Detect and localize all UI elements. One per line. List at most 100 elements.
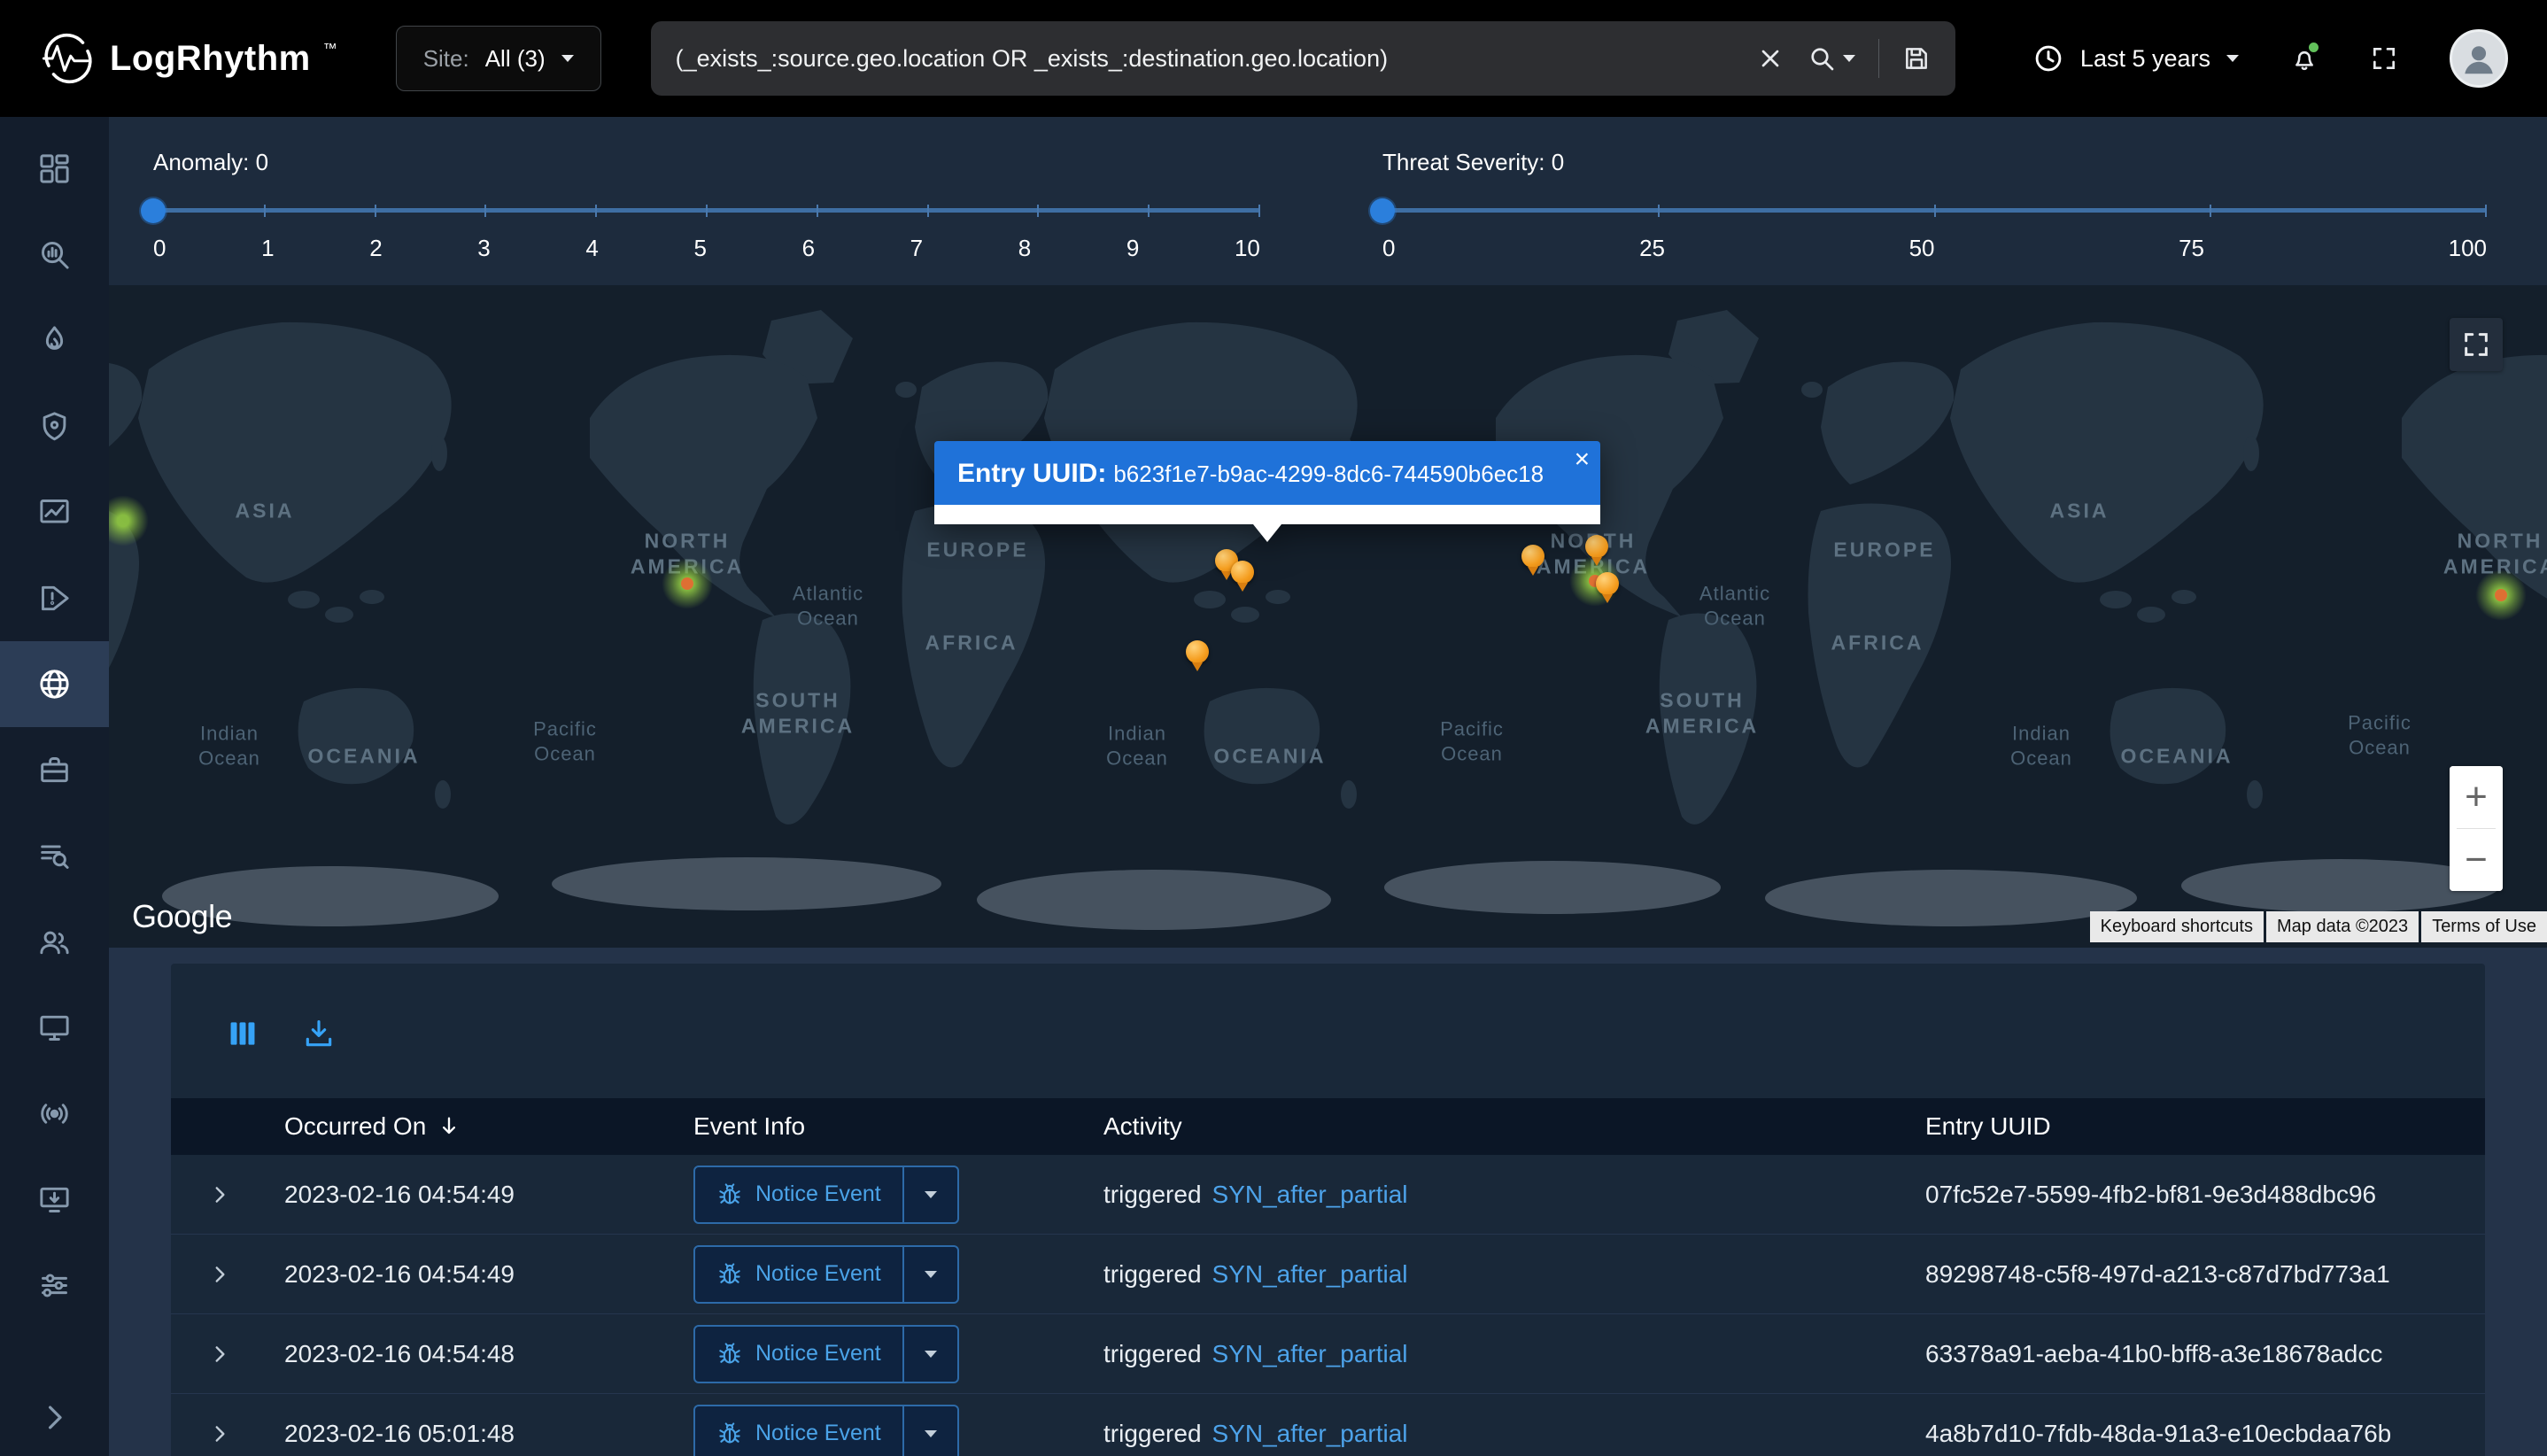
threat-severity-slider-handle[interactable]	[1370, 198, 1395, 223]
sidebar-item-users[interactable]	[0, 899, 109, 985]
sidebar-spacer	[0, 1328, 109, 1378]
map-attribution: Keyboard shortcuts Map data ©2023 Terms …	[2090, 911, 2547, 942]
map-ocean-label: Atlantic Ocean	[1699, 582, 1770, 631]
sidebar-expand-button[interactable]	[0, 1378, 109, 1456]
map-ocean-label: Pacific Ocean	[1440, 717, 1504, 766]
map-pin[interactable]	[1521, 545, 1544, 568]
clear-search-button[interactable]	[1756, 44, 1784, 73]
map-ocean-label: Atlantic Ocean	[793, 582, 863, 631]
time-range-dropdown[interactable]: Last 5 years	[2032, 43, 2239, 74]
sidebar-item-network-monitor[interactable]	[0, 1071, 109, 1157]
table-row: 2023-02-16 04:54:49 Notice Event trigger…	[171, 1155, 2485, 1235]
chevron-down-icon	[925, 1351, 937, 1358]
search-button[interactable]	[1808, 44, 1855, 73]
sidebar-item-security[interactable]	[0, 383, 109, 469]
google-logo: Google	[132, 898, 232, 935]
fullscreen-button[interactable]	[2370, 44, 2398, 73]
map-pin[interactable]	[1231, 561, 1254, 584]
anomaly-scale: 012345678910	[153, 235, 1260, 262]
site-dropdown[interactable]: Site: All (3)	[396, 26, 601, 91]
keyboard-shortcuts-link[interactable]: Keyboard shortcuts	[2090, 911, 2264, 942]
table-header: Occurred On Event Info Activity Entry UU…	[171, 1098, 2485, 1155]
column-activity[interactable]: Activity	[1103, 1112, 1925, 1141]
anomaly-slider-handle[interactable]	[141, 198, 166, 223]
topbar: LogRhythm ™ Site: All (3)	[0, 0, 2547, 117]
threat-severity-scale: 0255075100	[1382, 235, 2487, 262]
sort-descending-icon	[437, 1114, 461, 1139]
threat-severity-slider[interactable]	[1382, 197, 2487, 224]
activity-rule-link[interactable]: SYN_after_partial	[1212, 1340, 1408, 1368]
user-avatar[interactable]	[2450, 29, 2508, 88]
zoom-out-button[interactable]: −	[2450, 829, 2503, 891]
notice-event-button[interactable]: Notice Event	[695, 1406, 904, 1456]
sidebar-item-endpoints[interactable]	[0, 985, 109, 1071]
geo-map[interactable]: ASIA NORTH AMERICA EUROPE AFRICA SOUTH A…	[109, 285, 2547, 948]
column-entry-uuid[interactable]: Entry UUID	[1925, 1112, 2485, 1141]
logrhythm-mark-icon	[39, 29, 97, 88]
expand-row-button[interactable]	[208, 1422, 231, 1445]
sidebar-item-reports[interactable]	[0, 469, 109, 555]
notice-event-button[interactable]: Notice Event	[695, 1247, 904, 1302]
sidebar-item-analyze[interactable]	[0, 212, 109, 298]
chevron-down-icon	[925, 1191, 937, 1198]
chart-icon	[37, 495, 72, 530]
activity-cell: triggered SYN_after_partial	[1103, 1420, 1925, 1448]
expand-row-button[interactable]	[208, 1343, 231, 1366]
sidebar-item-cases[interactable]	[0, 727, 109, 813]
brand-trademark: ™	[323, 42, 337, 58]
sidebar-item-deployment[interactable]	[0, 1157, 109, 1243]
save-search-button[interactable]	[1902, 44, 1931, 73]
terms-of-use-link[interactable]: Terms of Use	[2421, 911, 2547, 942]
site-dropdown-value: All (3)	[485, 45, 546, 73]
anomaly-slider[interactable]	[153, 197, 1260, 224]
event-dropdown-button[interactable]	[904, 1327, 957, 1382]
map-region-label: SOUTH AMERICA	[741, 687, 855, 739]
column-occurred-on[interactable]: Occurred On	[284, 1112, 693, 1141]
event-dropdown-button[interactable]	[904, 1167, 957, 1222]
divider	[1878, 39, 1879, 78]
download-button[interactable]	[302, 1017, 336, 1050]
event-dropdown-button[interactable]	[904, 1406, 957, 1456]
sliders-icon	[37, 1268, 72, 1303]
map-pin[interactable]	[1596, 572, 1619, 595]
search-input[interactable]	[676, 45, 1733, 73]
expand-row-button[interactable]	[208, 1263, 231, 1286]
sidebar-item-alarms[interactable]	[0, 555, 109, 641]
sidebar-item-log-search[interactable]	[0, 813, 109, 899]
sidebar-item-dashboards[interactable]	[0, 126, 109, 212]
sidebar-item-geo-map[interactable]	[0, 641, 109, 727]
popup-label: Entry UUID:	[957, 459, 1106, 489]
sidebar-item-administration[interactable]	[0, 1243, 109, 1328]
sidebar-item-threat-activity[interactable]	[0, 298, 109, 383]
notice-event-button[interactable]: Notice Event	[695, 1167, 904, 1222]
download-icon	[302, 1017, 336, 1050]
map-fullscreen-button[interactable]	[2450, 318, 2503, 371]
topbar-right: Last 5 years	[2032, 29, 2508, 88]
column-event-info[interactable]: Event Info	[693, 1112, 1103, 1141]
expand-row-button[interactable]	[208, 1183, 231, 1206]
map-info-popup: Entry UUID: b623f1e7-b9ac-4299-8dc6-7445…	[934, 441, 1600, 542]
bug-icon	[716, 1261, 743, 1288]
time-range-value: Last 5 years	[2080, 45, 2210, 73]
popup-close-button[interactable]: ×	[1575, 445, 1591, 475]
activity-cell: triggered SYN_after_partial	[1103, 1340, 1925, 1368]
chevron-down-icon	[925, 1430, 937, 1437]
map-pin[interactable]	[1186, 640, 1209, 663]
entry-uuid-cell: 63378a91-aeba-41b0-bff8-a3e18678adcc	[1925, 1340, 2485, 1368]
site-dropdown-label: Site:	[423, 45, 469, 73]
activity-rule-link[interactable]: SYN_after_partial	[1212, 1260, 1408, 1289]
activity-rule-link[interactable]: SYN_after_partial	[1212, 1420, 1408, 1448]
tag-alert-icon	[37, 581, 72, 616]
columns-button[interactable]	[226, 1017, 259, 1050]
notice-event-button[interactable]: Notice Event	[695, 1327, 904, 1382]
notifications-button[interactable]	[2290, 44, 2319, 73]
search-bar	[651, 21, 1955, 96]
event-dropdown-button[interactable]	[904, 1247, 957, 1302]
zoom-in-button[interactable]: +	[2450, 766, 2503, 828]
notice-event-label: Notice Event	[755, 1261, 881, 1287]
activity-rule-link[interactable]: SYN_after_partial	[1212, 1181, 1408, 1209]
map-region-label: SOUTH AMERICA	[1645, 687, 1759, 739]
world-map-svg	[109, 285, 2547, 948]
map-data-label: Map data ©2023	[2266, 911, 2419, 942]
brand-name: LogRhythm	[110, 39, 311, 79]
